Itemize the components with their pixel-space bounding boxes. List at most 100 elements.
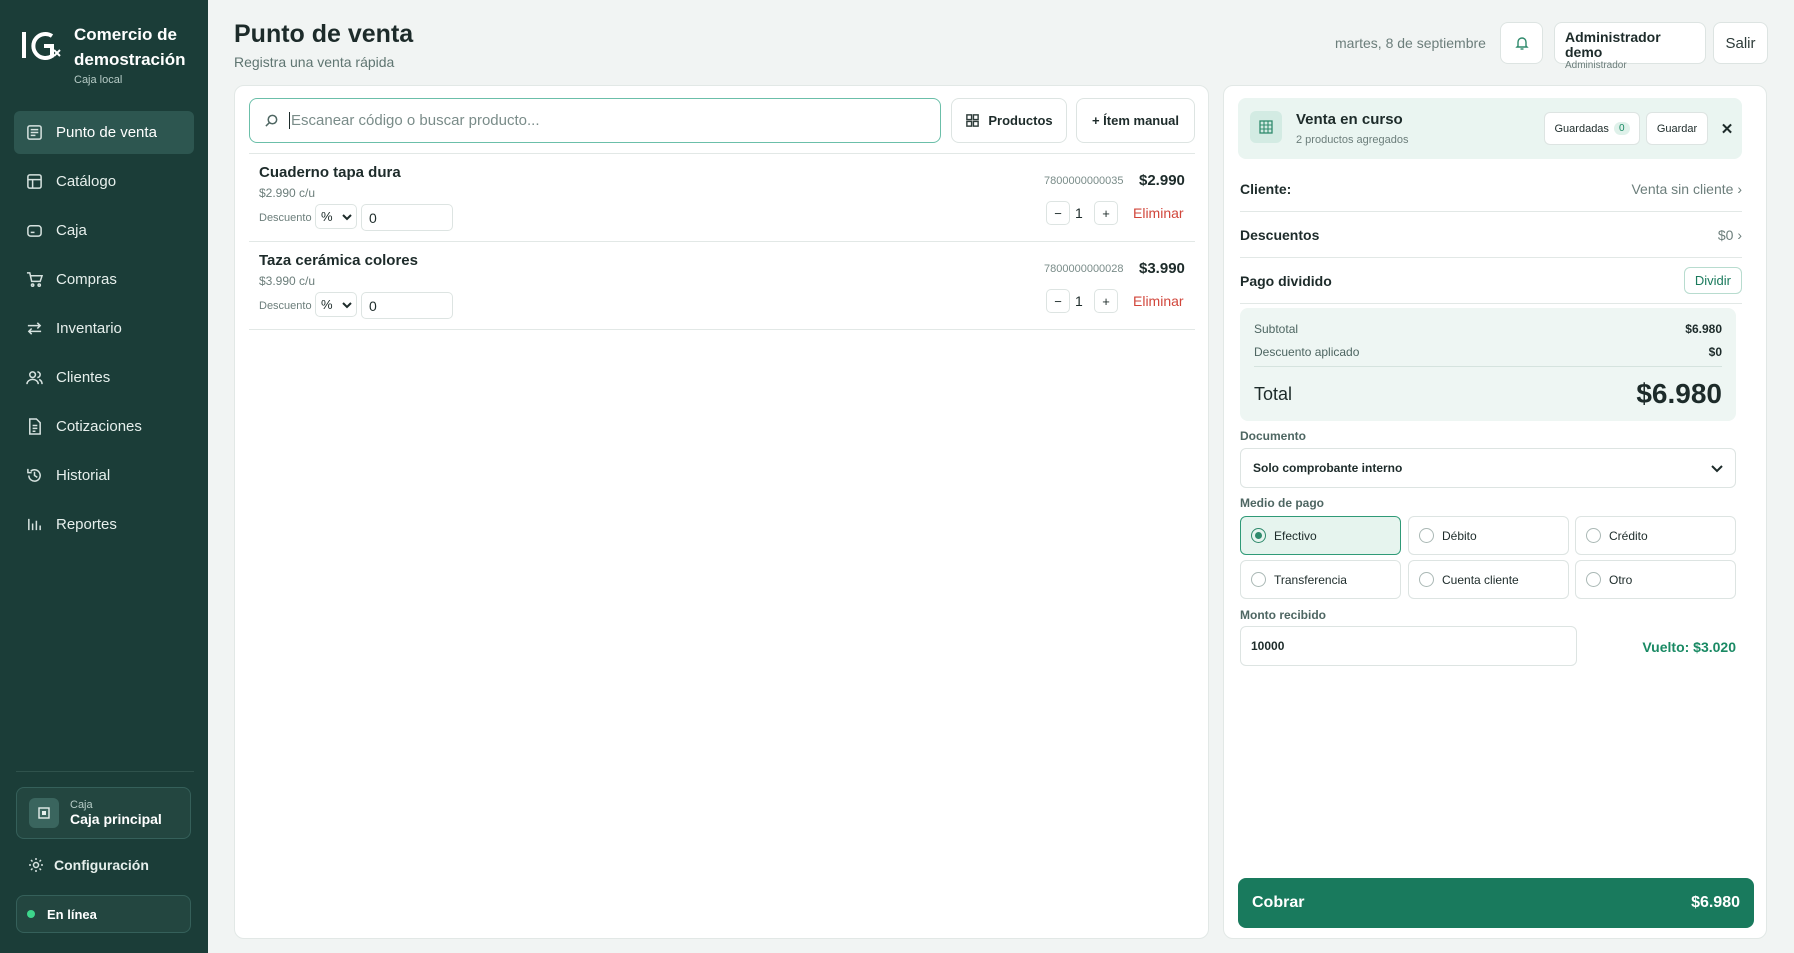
payment-option-debito[interactable]: Débito xyxy=(1408,516,1569,555)
sidebar-item-historial[interactable]: Historial xyxy=(14,454,194,497)
connection-status-label: En línea xyxy=(47,906,97,922)
sidebar-item-label: Cotizaciones xyxy=(56,418,142,435)
discount-applied-label: Descuento aplicado xyxy=(1254,345,1360,359)
qty-increase-button[interactable]: + xyxy=(1094,201,1118,225)
sidebar-divider xyxy=(16,771,194,772)
receipt-icon xyxy=(27,125,42,140)
chevron-right-icon: › xyxy=(1737,226,1742,243)
discount-type-value: % xyxy=(321,209,333,224)
sidebar-item-label: Punto de venta xyxy=(56,124,157,141)
split-payment-button[interactable]: Dividir xyxy=(1683,267,1742,294)
qty-value: 1 xyxy=(1075,293,1083,309)
payment-option-efectivo[interactable]: Efectivo xyxy=(1240,516,1401,555)
saved-sales-label: Guardadas xyxy=(1554,122,1609,135)
cash-register-icon xyxy=(27,225,42,237)
saved-sales-button[interactable]: Guardadas 0 xyxy=(1544,112,1640,145)
sidebar-item-inventario[interactable]: Inventario xyxy=(14,307,194,350)
payment-option-label: Crédito xyxy=(1609,528,1648,543)
sidebar-item-label: Inventario xyxy=(56,320,122,337)
user-name: Administrador demo xyxy=(1565,29,1661,60)
save-sale-button[interactable]: Guardar xyxy=(1646,112,1708,145)
total-value: $6.980 xyxy=(1636,378,1722,409)
sidebar-item-reportes[interactable]: Reportes xyxy=(14,503,194,546)
settings-link[interactable]: Configuración xyxy=(28,857,149,873)
sidebar-item-catalogo[interactable]: Catálogo xyxy=(14,160,194,203)
radio-icon xyxy=(1419,572,1434,587)
document-select[interactable]: Solo comprobante interno xyxy=(1240,448,1736,488)
sidebar-item-label: Historial xyxy=(56,467,111,484)
payment-option-cuenta-cliente[interactable]: Cuenta cliente xyxy=(1408,560,1569,599)
user-menu-button[interactable]: Administrador demo Administrador xyxy=(1554,22,1706,71)
discounts-row[interactable]: Descuentos $0 › xyxy=(1240,212,1742,258)
logout-button[interactable]: Salir xyxy=(1713,22,1768,64)
notifications-button[interactable] xyxy=(1500,22,1543,64)
search-input[interactable] xyxy=(289,112,889,129)
payment-option-otro[interactable]: Otro xyxy=(1575,560,1736,599)
sidebar-item-cotizaciones[interactable]: Cotizaciones xyxy=(14,405,194,448)
register-label: Caja xyxy=(70,799,93,811)
bell-icon xyxy=(1514,37,1529,50)
payment-option-label: Cuenta cliente xyxy=(1442,572,1519,587)
discount-label: Descuento xyxy=(259,212,312,224)
discount-type-value: % xyxy=(321,297,333,312)
register-card[interactable]: Caja Caja principal xyxy=(16,787,191,839)
remove-item-button[interactable]: Eliminar xyxy=(1133,293,1184,309)
item-name: Cuaderno tapa dura xyxy=(259,164,401,181)
totals-divider xyxy=(1254,366,1722,367)
discount-type-select[interactable]: % xyxy=(315,292,357,317)
sidebar-item-label: Compras xyxy=(56,271,117,288)
discount-label: Descuento xyxy=(259,300,312,312)
sidebar-item-punto-de-venta[interactable]: Punto de venta xyxy=(14,111,194,154)
grid-icon xyxy=(966,114,980,127)
chevron-down-icon xyxy=(1711,465,1723,473)
page-subtitle: Registra una venta rápida xyxy=(234,54,395,70)
sidebar-item-compras[interactable]: Compras xyxy=(14,258,194,301)
amount-received-input[interactable]: 10000 xyxy=(1240,626,1577,666)
radio-icon xyxy=(1586,572,1601,587)
item-price: $3.990 xyxy=(1139,260,1185,277)
products-button[interactable]: Productos xyxy=(951,98,1067,143)
qty-increase-button[interactable]: + xyxy=(1094,289,1118,313)
product-search[interactable] xyxy=(249,98,941,143)
split-payment-label: Pago dividido xyxy=(1240,272,1332,289)
brand-subtitle: Caja local xyxy=(74,74,123,86)
sidebar-item-label: Caja xyxy=(56,222,87,239)
item-code: 7800000000028 xyxy=(1044,263,1124,275)
sale-header: Venta en curso 2 productos agregados Gua… xyxy=(1238,98,1742,159)
client-row[interactable]: Cliente: Venta sin cliente › xyxy=(1240,166,1742,212)
gear-icon xyxy=(29,858,43,872)
cart-item: Cuaderno tapa dura $2.990 c/u Descuento … xyxy=(249,154,1195,242)
document-value: Solo comprobante interno xyxy=(1253,461,1403,475)
charge-button[interactable]: Cobrar $6.980 xyxy=(1238,878,1754,928)
page-title: Punto de venta xyxy=(234,20,414,48)
brand-logo xyxy=(20,22,66,68)
chevron-down-icon xyxy=(342,302,352,309)
payment-method-label: Medio de pago xyxy=(1240,496,1324,510)
change-value: Vuelto: $3.020 xyxy=(1642,639,1736,655)
search-icon xyxy=(265,114,278,127)
close-icon[interactable]: ✕ xyxy=(1714,112,1740,145)
sidebar-item-caja[interactable]: Caja xyxy=(14,209,194,252)
connection-status: En línea xyxy=(16,895,191,933)
discount-input[interactable]: 0 xyxy=(361,204,453,231)
totals-box: Subtotal $6.980 Descuento aplicado $0 To… xyxy=(1240,308,1736,421)
radio-icon xyxy=(1586,528,1601,543)
discounts-value: $0 › xyxy=(1717,226,1742,243)
sale-subtitle: 2 productos agregados xyxy=(1296,134,1409,146)
brand: Comercio de demostración Caja local xyxy=(20,22,204,86)
catalog-icon xyxy=(27,174,42,189)
discount-type-select[interactable]: % xyxy=(315,204,357,229)
remove-item-button[interactable]: Eliminar xyxy=(1133,205,1184,221)
qty-decrease-button[interactable]: − xyxy=(1046,289,1070,313)
payment-option-label: Débito xyxy=(1442,528,1477,543)
payment-option-transferencia[interactable]: Transferencia xyxy=(1240,560,1401,599)
bar-chart-icon xyxy=(28,518,41,531)
qty-decrease-button[interactable]: − xyxy=(1046,201,1070,225)
manual-item-button[interactable]: + Ítem manual xyxy=(1076,98,1195,143)
arrows-swap-icon xyxy=(27,322,42,335)
payment-option-credito[interactable]: Crédito xyxy=(1575,516,1736,555)
sidebar-item-label: Catálogo xyxy=(56,173,117,190)
sidebar-item-clientes[interactable]: Clientes xyxy=(14,356,194,399)
discount-input[interactable]: 0 xyxy=(361,292,453,319)
users-icon xyxy=(26,371,43,385)
